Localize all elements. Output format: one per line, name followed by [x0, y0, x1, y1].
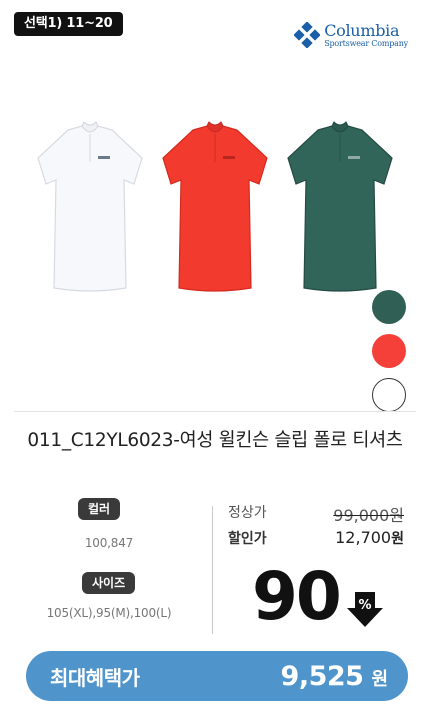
color-label: 컬러: [78, 498, 121, 520]
brand-name: Columbia: [324, 20, 400, 40]
swatch-red[interactable]: [372, 334, 406, 368]
size-values: 105(XL),95(M),100(L): [46, 606, 172, 620]
columbia-diamond-icon: [294, 22, 321, 48]
max-benefit-price-bar[interactable]: 최대혜택가 9,525 원: [26, 651, 408, 701]
regular-price-label: 정상가: [228, 505, 267, 521]
max-benefit-price: 9,525 원: [281, 661, 388, 692]
brand-subtitle: Sportswear Company: [324, 38, 408, 48]
max-benefit-unit: 원: [371, 668, 388, 690]
percent-down-arrow-icon: %: [346, 592, 383, 627]
discount-rate: 90 %: [252, 560, 384, 630]
green-shirt-image: [287, 121, 393, 292]
discount-price: 12,700원: [335, 528, 404, 547]
discount-price-label: 할인가: [228, 531, 267, 547]
product-card[interactable]: 선택1) 11~20 Columbia Sportswear Company 0…: [0, 0, 430, 720]
color-values: 100,847: [84, 536, 134, 550]
product-title[interactable]: 011_C12YL6023-여성 윌킨슨 슬립 폴로 티셔츠: [20, 428, 410, 454]
regular-price: 99,000원: [333, 506, 404, 525]
price-block: 정상가 99,000원 할인가 12,700원: [228, 502, 408, 554]
size-label: 사이즈: [82, 572, 136, 594]
max-benefit-label: 최대혜택가: [50, 665, 140, 690]
regular-price-row: 정상가 99,000원: [228, 502, 408, 528]
brand-logo: Columbia Sportswear Company: [294, 22, 408, 48]
section-divider: [14, 411, 416, 412]
option-badge: 선택1) 11~20: [14, 12, 123, 36]
max-benefit-amount: 9,525: [280, 660, 364, 692]
swatch-white[interactable]: [372, 378, 406, 412]
swatch-green[interactable]: [372, 290, 406, 324]
color-swatches: [372, 290, 408, 412]
white-shirt-image: [37, 121, 143, 292]
discount-rate-value: 90: [252, 558, 342, 635]
red-shirt-image: [162, 121, 268, 292]
svg-text:%: %: [358, 598, 371, 613]
column-divider: [212, 506, 213, 634]
product-image[interactable]: [30, 118, 400, 298]
discount-price-row: 할인가 12,700원: [228, 528, 408, 554]
